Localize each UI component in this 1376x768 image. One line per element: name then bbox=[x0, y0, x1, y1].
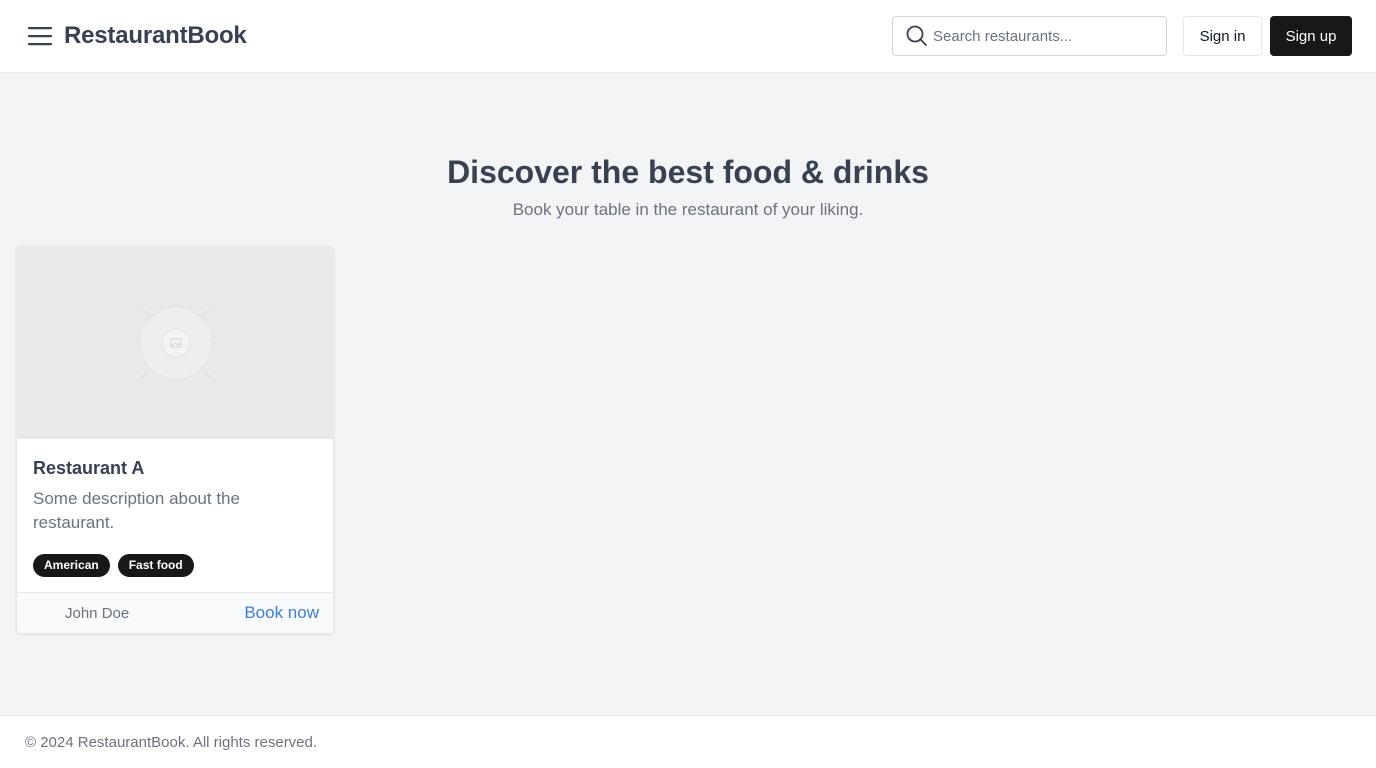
card-footer: John Doe Book now bbox=[17, 592, 333, 633]
sign-in-button[interactable]: Sign in bbox=[1183, 16, 1262, 56]
owner-name: John Doe bbox=[65, 605, 130, 622]
tag-american: American bbox=[33, 554, 110, 577]
copyright-text: © 2024 RestaurantBook. All rights reserv… bbox=[25, 734, 318, 751]
hamburger-menu-icon[interactable] bbox=[24, 20, 56, 52]
search-box[interactable] bbox=[892, 16, 1167, 56]
tag-list: American Fast food bbox=[33, 554, 194, 577]
book-now-link[interactable]: Book now bbox=[244, 603, 319, 623]
sign-up-button[interactable]: Sign up bbox=[1270, 16, 1352, 56]
top-navbar: RestaurantBook Sign in Sign up bbox=[0, 0, 1376, 73]
restaurant-image bbox=[17, 247, 333, 439]
hero-subtitle: Book your table in the restaurant of you… bbox=[512, 200, 864, 219]
hero-title: Discover the best food & drinks bbox=[447, 154, 929, 190]
restaurant-card[interactable]: Restaurant A Some description about the … bbox=[16, 246, 334, 634]
tag-fast-food: Fast food bbox=[117, 554, 194, 577]
search-input[interactable] bbox=[933, 18, 1153, 54]
image-placeholder-icon bbox=[136, 303, 216, 383]
brand-logo[interactable]: RestaurantBook bbox=[64, 20, 247, 52]
page-footer: © 2024 RestaurantBook. All rights reserv… bbox=[0, 715, 1376, 768]
search-icon bbox=[905, 24, 929, 48]
restaurant-description: Some description about the restaurant. bbox=[33, 489, 240, 532]
restaurant-name: Restaurant A bbox=[33, 458, 145, 478]
